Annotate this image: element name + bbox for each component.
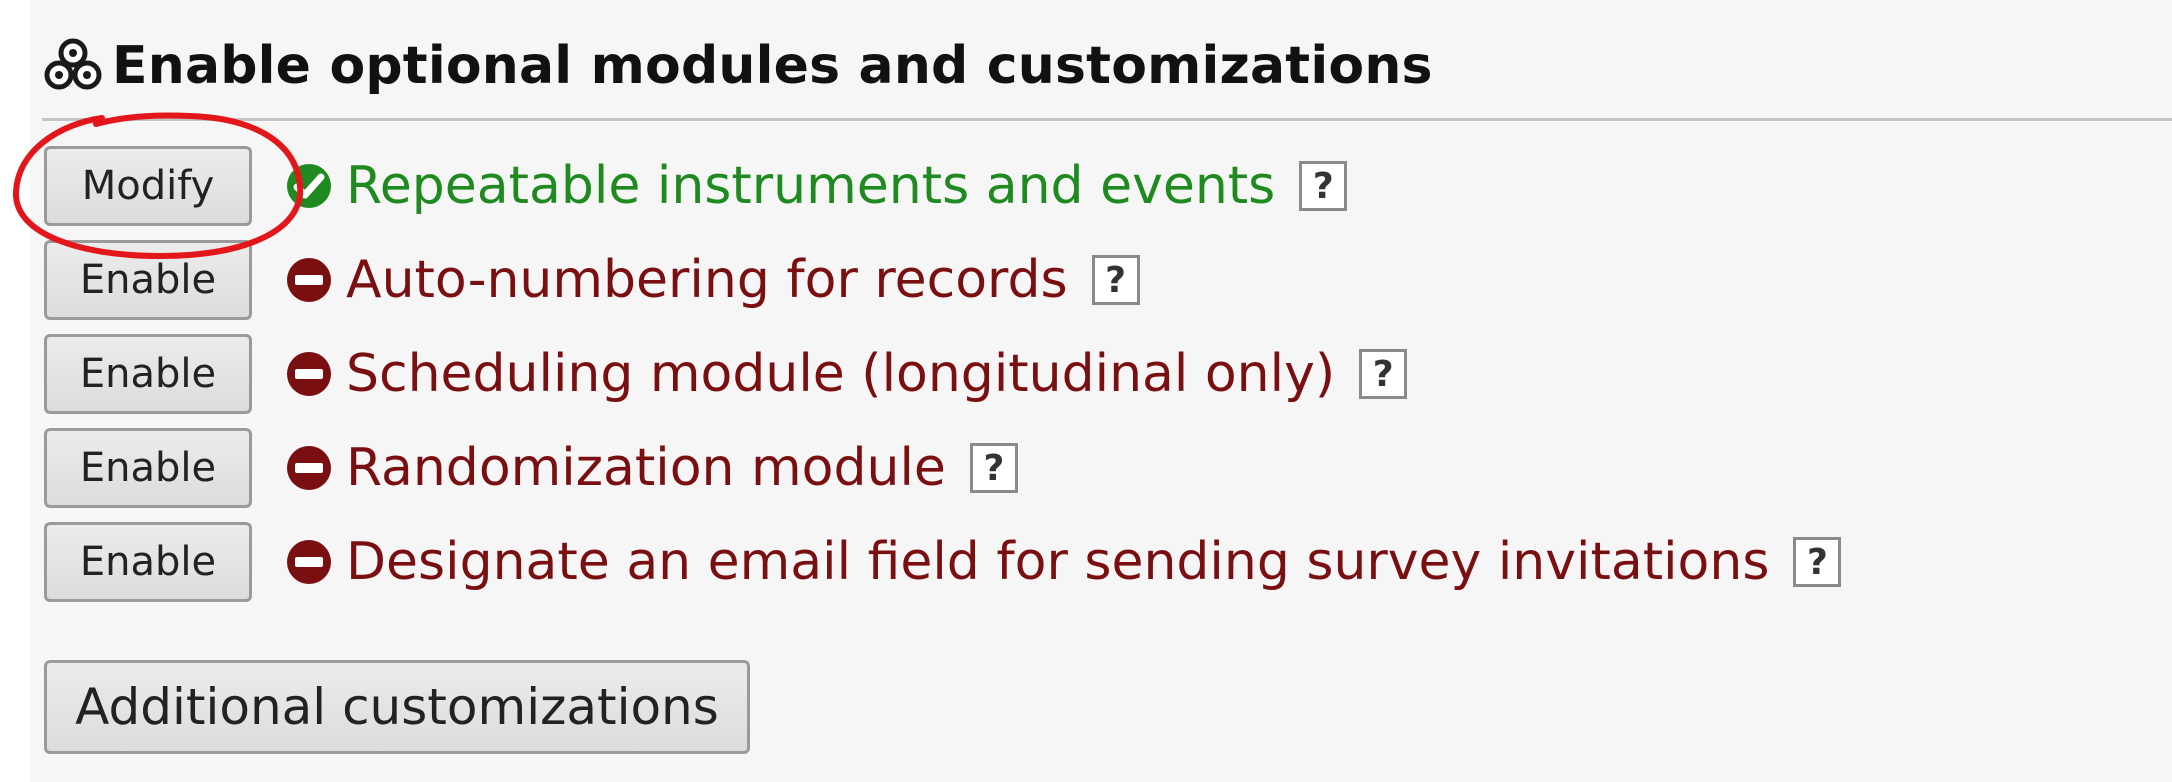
modify-button[interactable]: Modify bbox=[44, 146, 252, 226]
minus-circle-icon bbox=[286, 351, 332, 397]
module-row-auto-numbering: Enable Auto-numbering for records ? bbox=[44, 240, 1140, 320]
help-button[interactable]: ? bbox=[1793, 537, 1842, 587]
modules-icon bbox=[42, 37, 104, 95]
module-label: Repeatable instruments and events bbox=[346, 156, 1276, 216]
additional-customizations-button[interactable]: Additional customizations bbox=[44, 660, 750, 754]
minus-circle-icon bbox=[286, 257, 332, 303]
module-label: Designate an email field for sending sur… bbox=[346, 532, 1770, 592]
header-divider bbox=[42, 118, 2172, 121]
minus-circle-icon bbox=[286, 539, 332, 585]
section-title: Enable optional modules and customizatio… bbox=[112, 36, 1433, 96]
help-button[interactable]: ? bbox=[1091, 255, 1140, 305]
help-button[interactable]: ? bbox=[1359, 349, 1408, 399]
check-circle-icon bbox=[286, 163, 332, 209]
module-label: Auto-numbering for records bbox=[346, 250, 1068, 310]
module-row-randomization: Enable Randomization module ? bbox=[44, 428, 1018, 508]
minus-circle-icon bbox=[286, 445, 332, 491]
enable-button[interactable]: Enable bbox=[44, 334, 252, 414]
enable-button[interactable]: Enable bbox=[44, 428, 252, 508]
help-button[interactable]: ? bbox=[1299, 161, 1348, 211]
enable-button[interactable]: Enable bbox=[44, 522, 252, 602]
module-row-scheduling: Enable Scheduling module (longitudinal o… bbox=[44, 334, 1408, 414]
module-row-email-field: Enable Designate an email field for send… bbox=[44, 522, 1842, 602]
section-header: Enable optional modules and customizatio… bbox=[42, 30, 1433, 102]
help-button[interactable]: ? bbox=[969, 443, 1018, 493]
module-label: Randomization module bbox=[346, 438, 946, 498]
enable-button[interactable]: Enable bbox=[44, 240, 252, 320]
module-label: Scheduling module (longitudinal only) bbox=[346, 344, 1336, 404]
module-row-repeatable-instruments: Modify Repeatable instruments and events… bbox=[44, 146, 1348, 226]
